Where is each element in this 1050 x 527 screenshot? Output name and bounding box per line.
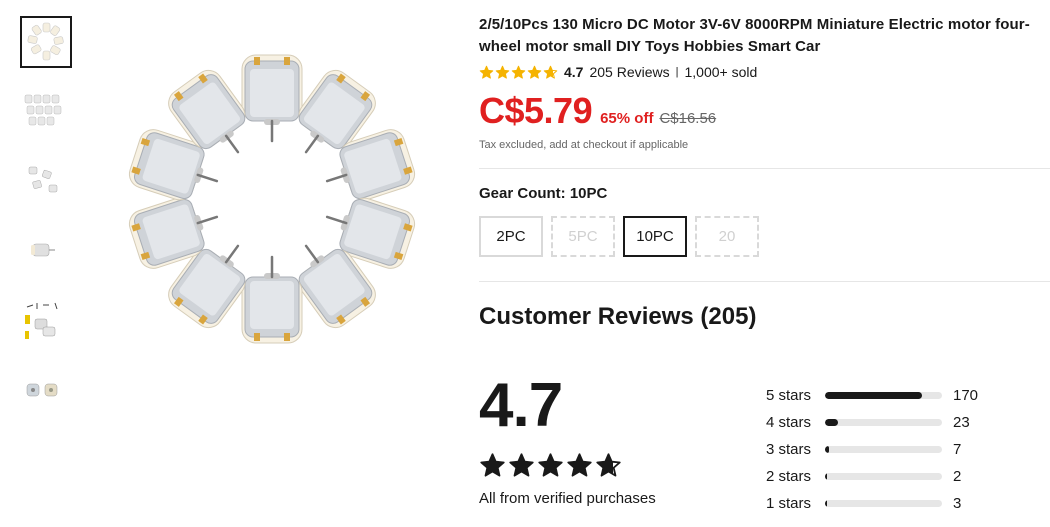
histogram-fill	[825, 473, 827, 480]
histogram-bar	[825, 392, 942, 399]
rating-histogram: 5 stars 170 4 stars 23 3 stars 7 2 stars…	[766, 382, 978, 517]
thumbnail-single-motor[interactable]	[20, 226, 68, 274]
gear-count-label: Gear Count: 10PC	[479, 185, 608, 202]
histogram-count: 170	[953, 387, 979, 404]
average-rating-stars	[479, 452, 622, 479]
star-icon	[509, 453, 534, 477]
rating-stars	[479, 65, 558, 80]
divider	[479, 168, 1050, 169]
thumbnail-strip	[20, 16, 72, 436]
histogram-row-1[interactable]: 1 stars 3	[766, 490, 978, 517]
histogram-fill	[825, 392, 923, 399]
rating-row: 4.7 205 Reviews | 1,000+ sold	[479, 63, 1050, 81]
price-row: C$5.79 65% off C$16.56	[479, 90, 1050, 132]
histogram-bar	[825, 473, 942, 480]
histogram-label: 5 stars	[766, 387, 812, 404]
histogram-label: 1 stars	[766, 495, 812, 512]
discount-badge: 65% off	[600, 110, 654, 127]
thumbnail-image	[25, 302, 58, 339]
verified-note: All from verified purchases	[479, 490, 656, 507]
thumbnail-image	[27, 22, 64, 61]
divider	[479, 281, 1050, 282]
thumbnail-image	[24, 94, 62, 126]
original-price: C$16.56	[659, 110, 717, 127]
main-product-image	[128, 54, 416, 344]
option-5pc[interactable]: 5PC	[551, 216, 615, 257]
option-20[interactable]: 20	[695, 216, 759, 257]
histogram-bar	[825, 446, 942, 453]
histogram-label: 3 stars	[766, 441, 812, 458]
thumbnail-image	[26, 383, 58, 397]
thumbnail-image	[31, 243, 55, 257]
star-icon	[543, 65, 558, 79]
product-info: 2/5/10Pcs 130 Micro DC Motor 3V-6V 8000R…	[479, 14, 1050, 151]
histogram-fill	[825, 419, 838, 426]
tax-note: Tax excluded, add at checkout if applica…	[479, 139, 689, 151]
histogram-bar	[825, 500, 942, 507]
option-2pc[interactable]: 2PC	[479, 216, 543, 257]
histogram-fill	[825, 500, 827, 507]
rating-value: 4.7	[564, 64, 584, 80]
thumbnail-motor-pair[interactable]	[20, 366, 68, 414]
histogram-label: 2 stars	[766, 468, 812, 485]
star-icon	[479, 65, 494, 79]
average-rating: 4.7	[479, 371, 563, 440]
sold-count: 1,000+ sold	[684, 64, 758, 80]
star-icon	[511, 65, 526, 79]
star-icon	[495, 65, 510, 79]
thumbnail-motor-scatter[interactable]	[20, 156, 68, 204]
gear-options: 2PC 5PC 10PC 20	[479, 216, 759, 257]
star-icon	[538, 453, 563, 477]
star-icon	[480, 453, 505, 477]
current-price: C$5.79	[479, 90, 593, 131]
thumbnail-motor-kit[interactable]	[20, 296, 68, 344]
star-icon	[596, 453, 621, 477]
thumbnail-motor-ring[interactable]	[20, 16, 72, 68]
motor-icon	[241, 255, 303, 344]
star-icon	[527, 65, 542, 79]
histogram-count: 2	[953, 468, 962, 485]
thumbnail-image	[28, 166, 58, 193]
reviews-link[interactable]: 205 Reviews	[589, 64, 669, 80]
option-10pc[interactable]: 10PC	[623, 216, 687, 257]
histogram-row-2[interactable]: 2 stars 2	[766, 463, 978, 490]
star-icon	[567, 453, 592, 477]
histogram-row-5[interactable]: 5 stars 170	[766, 382, 978, 409]
thumbnail-motor-rows[interactable]	[20, 86, 68, 134]
histogram-bar	[825, 419, 942, 426]
histogram-count: 3	[953, 495, 962, 512]
motor-icon	[241, 54, 303, 143]
histogram-fill	[825, 446, 830, 453]
histogram-row-4[interactable]: 4 stars 23	[766, 409, 978, 436]
histogram-row-3[interactable]: 3 stars 7	[766, 436, 978, 463]
histogram-count: 7	[953, 441, 962, 458]
product-title: 2/5/10Pcs 130 Micro DC Motor 3V-6V 8000R…	[479, 16, 1030, 55]
customer-reviews-title: Customer Reviews (205)	[479, 303, 757, 330]
separator: |	[675, 66, 679, 78]
histogram-count: 23	[953, 414, 970, 431]
histogram-label: 4 stars	[766, 414, 812, 431]
